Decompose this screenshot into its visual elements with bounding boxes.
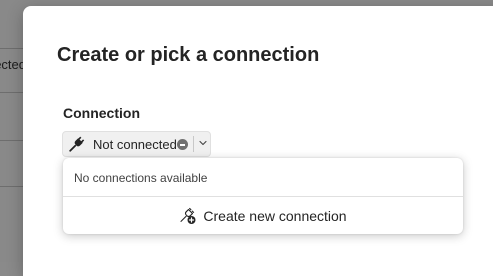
connection-dropdown[interactable]: Not connected <box>62 131 211 157</box>
connection-label: Connection <box>63 105 140 121</box>
empty-message: No connections available <box>74 171 208 185</box>
connection-dialog: Create or pick a connection Connection N… <box>23 6 493 276</box>
create-new-connection-button[interactable]: Create new connection <box>63 197 463 234</box>
combo-separator <box>193 136 194 152</box>
connection-dropdown-menu: No connections available Create new conn… <box>63 158 463 234</box>
create-new-connection-label: Create new connection <box>203 207 347 224</box>
status-minus-icon <box>177 139 188 150</box>
chevron-down-icon[interactable] <box>198 138 208 148</box>
dialog-title: Create or pick a connection <box>57 44 320 66</box>
plug-icon <box>69 136 85 152</box>
add-plug-icon <box>180 207 196 224</box>
connection-value: Not connected <box>93 137 177 152</box>
